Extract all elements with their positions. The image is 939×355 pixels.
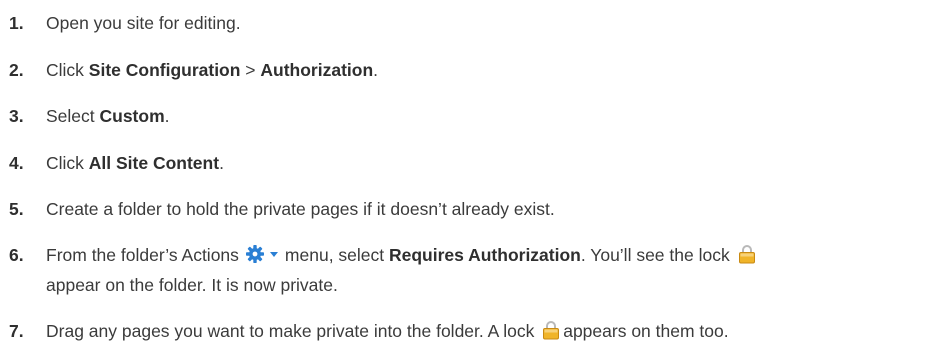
step-number: 1. [9, 13, 24, 33]
step-text: Create a folder to hold the private page… [46, 199, 555, 219]
lock-icon [543, 321, 560, 340]
step-text: Drag any pages you want to make private … [46, 321, 535, 341]
actions-menu-icon [245, 244, 280, 264]
step-text: Click [46, 60, 89, 80]
step-text-cont: menu, select [284, 245, 389, 265]
menu-label-requires-authorization: Requires Authorization [389, 245, 581, 265]
step-number: 3. [9, 106, 24, 126]
punctuation: . [219, 153, 224, 173]
menu-label-site-configuration: Site Configuration [88, 60, 241, 80]
step-text: From the folder’s Actions [46, 245, 239, 265]
menu-label-authorization: Authorization [260, 60, 374, 80]
step-text: Open you site for editing. [46, 13, 241, 33]
step-number: 7. [9, 321, 24, 341]
step-text: Click [46, 153, 89, 173]
chevron-down-icon [269, 252, 278, 257]
gear-icon [245, 245, 264, 263]
step-number: 5. [9, 199, 24, 219]
step-text-after: . You’ll see the lock [580, 245, 730, 265]
step-number: 2. [9, 60, 24, 80]
step-text: Select [46, 106, 100, 126]
lock-icon [738, 245, 755, 264]
step-text-after: appears on them too. [563, 321, 729, 341]
option-label-custom: Custom [99, 106, 165, 126]
link-label-all-site-content: All Site Content [88, 153, 220, 173]
step-number: 4. [9, 153, 24, 173]
step-number: 6. [9, 245, 24, 265]
step-text-line2: appear on the folder. It is now private. [46, 275, 338, 295]
punctuation: . [373, 60, 379, 80]
separator: > [240, 60, 261, 80]
punctuation: . [164, 106, 170, 126]
